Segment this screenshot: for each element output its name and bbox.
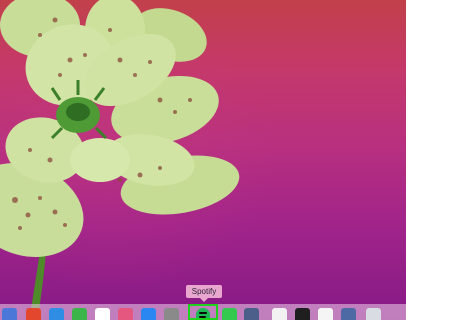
tooltip-label: Spotify (191, 287, 217, 296)
spotify-highlight (188, 304, 218, 320)
document-icon[interactable] (272, 308, 287, 320)
image-file-icon[interactable] (341, 308, 356, 320)
calendar-icon[interactable] (95, 308, 110, 320)
page-margin (406, 0, 460, 320)
dock-tooltip: Spotify (186, 285, 222, 302)
terminal-icon[interactable] (295, 308, 310, 320)
app-store-icon[interactable] (141, 308, 156, 320)
screenshot-icon[interactable] (244, 308, 259, 320)
flower-image (0, 0, 240, 320)
itunes-icon[interactable] (118, 308, 133, 320)
safari-icon[interactable] (49, 308, 64, 320)
system-preferences-icon[interactable] (164, 308, 179, 320)
facetime-icon[interactable] (72, 308, 87, 320)
finder-icon[interactable] (2, 308, 17, 320)
text-file-icon[interactable] (318, 308, 333, 320)
chrome-icon[interactable] (26, 308, 41, 320)
desktop-wallpaper: Spotify (0, 0, 406, 320)
trash-icon[interactable] (366, 308, 381, 320)
messages-icon[interactable] (222, 308, 237, 320)
